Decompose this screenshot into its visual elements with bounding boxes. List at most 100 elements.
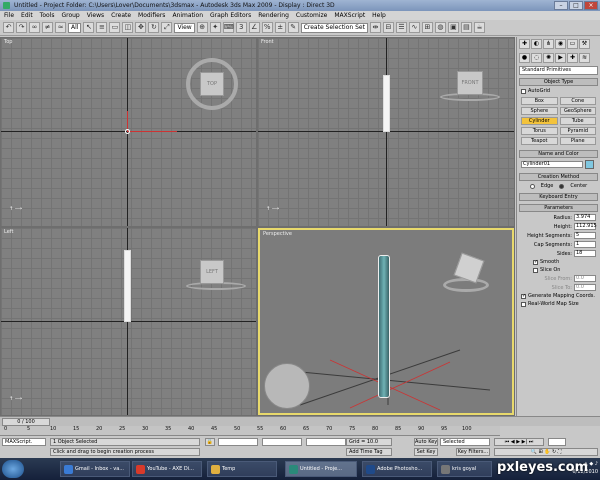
undo-icon[interactable]: ↶ bbox=[3, 22, 14, 33]
quick-render-icon[interactable]: ☕ bbox=[473, 22, 485, 33]
sphere-button[interactable]: Sphere bbox=[521, 107, 558, 115]
spinner-snap-icon[interactable]: ± bbox=[274, 22, 286, 33]
key-mode-select[interactable]: Selected bbox=[440, 438, 490, 446]
taskbar-item-photoshop[interactable]: Adobe Photosho... bbox=[362, 461, 432, 477]
select-by-name-icon[interactable]: ≡ bbox=[96, 22, 108, 33]
viewport-label-top[interactable]: Top bbox=[4, 39, 12, 45]
geosphere-button[interactable]: GeoSphere bbox=[559, 107, 596, 115]
geometry-icon[interactable]: ● bbox=[519, 53, 530, 63]
spacewarps-icon[interactable]: ≋ bbox=[579, 53, 590, 63]
percent-snap-icon[interactable]: % bbox=[261, 22, 273, 33]
taskbar-item-3dsmax[interactable]: Untitled - Proje... bbox=[285, 461, 357, 477]
menu-customize[interactable]: Customize bbox=[296, 11, 328, 20]
hierarchy-tab-icon[interactable]: ⋔ bbox=[543, 39, 554, 49]
category-select[interactable]: Standard Primitives bbox=[519, 66, 598, 75]
menu-modifiers[interactable]: Modifiers bbox=[138, 11, 165, 20]
manipulate-icon[interactable]: ✦ bbox=[209, 22, 221, 33]
menu-tools[interactable]: Tools bbox=[40, 11, 55, 20]
key-filters-button[interactable]: Key Filters... bbox=[456, 448, 490, 456]
menu-help[interactable]: Help bbox=[372, 11, 386, 20]
helpers-icon[interactable]: ✚ bbox=[567, 53, 578, 63]
object-name-field[interactable]: Cylinder01 bbox=[521, 161, 583, 168]
playback-controls[interactable]: ⏮ ◀ ▶ ▶| ⏭ bbox=[494, 438, 544, 446]
cylinder-front[interactable] bbox=[383, 75, 390, 132]
time-slider[interactable]: 0 / 100 bbox=[2, 418, 50, 426]
select-object-icon[interactable]: ↖ bbox=[83, 22, 95, 33]
y-coord-field[interactable] bbox=[262, 438, 302, 446]
utilities-tab-icon[interactable]: ⚒ bbox=[579, 39, 590, 49]
menu-group[interactable]: Group bbox=[61, 11, 79, 20]
name-color-rollout[interactable]: Name and Color bbox=[519, 150, 598, 158]
scale-icon[interactable]: ⤢ bbox=[161, 22, 173, 33]
viewport-front[interactable]: Front FRONT ↑ ⟶ bbox=[258, 38, 514, 226]
render-frame-icon[interactable]: ▤ bbox=[460, 22, 472, 33]
smooth-checkbox[interactable]: ✓ bbox=[533, 259, 538, 265]
viewport-perspective[interactable]: Perspective bbox=[258, 228, 514, 415]
height-field[interactable]: 112.915 bbox=[574, 223, 597, 230]
pivot-icon[interactable]: ⊕ bbox=[196, 22, 208, 33]
tube-button[interactable]: Tube bbox=[559, 117, 596, 125]
add-time-tag[interactable]: Add Time Tag bbox=[346, 448, 392, 456]
ref-coord-select[interactable]: View bbox=[174, 22, 195, 33]
move-icon[interactable]: ✥ bbox=[135, 22, 147, 33]
radius-field[interactable]: 3.974 bbox=[574, 214, 596, 221]
selection-filter-select[interactable]: All bbox=[68, 22, 82, 33]
taskbar-item-temp[interactable]: Temp bbox=[207, 461, 277, 477]
teapot-button[interactable]: Teapot bbox=[521, 137, 558, 145]
create-tab-icon[interactable]: ✚ bbox=[519, 39, 530, 49]
shapes-icon[interactable]: ◌ bbox=[531, 53, 542, 63]
pyramid-button[interactable]: Pyramid bbox=[559, 127, 596, 135]
keyboard-entry-rollout[interactable]: Keyboard Entry bbox=[519, 193, 598, 201]
viewport-top[interactable]: Top TOP ↑ ⟶ bbox=[1, 38, 256, 226]
rotate-icon[interactable]: ↻ bbox=[148, 22, 160, 33]
slice-on-checkbox[interactable] bbox=[533, 267, 538, 273]
time-slider-bar[interactable]: 0 / 100 bbox=[0, 416, 600, 426]
viewport-left[interactable]: Left LEFT ↑ ⟶ bbox=[1, 228, 256, 415]
keyboard-shortcut-icon[interactable]: ⌨ bbox=[222, 22, 234, 33]
steering-wheel-icon[interactable] bbox=[264, 363, 310, 409]
taskbar-item-user[interactable]: kris goyal bbox=[437, 461, 492, 477]
menu-views[interactable]: Views bbox=[87, 11, 104, 20]
cameras-icon[interactable]: ▶ bbox=[555, 53, 566, 63]
viewport-nav-controls[interactable]: 🔍 ⊞ ✋ ↻ ⛶ bbox=[494, 448, 598, 456]
menu-animation[interactable]: Animation bbox=[172, 11, 203, 20]
maxscript-listener[interactable]: MAXScript. bbox=[2, 438, 46, 446]
slice-to-field[interactable]: 0.0 bbox=[574, 284, 596, 291]
cap-segments-field[interactable]: 1 bbox=[574, 241, 596, 248]
motion-tab-icon[interactable]: ◉ bbox=[555, 39, 566, 49]
object-color-swatch[interactable] bbox=[585, 160, 594, 169]
parameters-rollout[interactable]: Parameters bbox=[519, 204, 598, 212]
minimize-button[interactable]: – bbox=[554, 1, 568, 10]
display-tab-icon[interactable]: ▭ bbox=[567, 39, 578, 49]
close-button[interactable]: × bbox=[584, 1, 598, 10]
edge-radio[interactable] bbox=[529, 183, 535, 189]
angle-snap-icon[interactable]: ∠ bbox=[248, 22, 260, 33]
modify-tab-icon[interactable]: ◐ bbox=[531, 39, 542, 49]
menu-graph-editors[interactable]: Graph Editors bbox=[210, 11, 251, 20]
viewcube-left[interactable]: LEFT bbox=[200, 260, 224, 284]
viewcube-front[interactable]: FRONT bbox=[457, 71, 483, 95]
menu-rendering[interactable]: Rendering bbox=[258, 11, 289, 20]
align-icon[interactable]: ⊟ bbox=[382, 22, 394, 33]
viewport-label-left[interactable]: Left bbox=[4, 229, 13, 235]
taskbar-item-gmail[interactable]: Gmail - Inbox - va... bbox=[60, 461, 130, 477]
snap-icon[interactable]: 3 bbox=[235, 22, 247, 33]
menu-edit[interactable]: Edit bbox=[21, 11, 33, 20]
box-button[interactable]: Box bbox=[521, 97, 558, 105]
maximize-button[interactable]: □ bbox=[569, 1, 583, 10]
cylinder-button[interactable]: Cylinder bbox=[521, 117, 558, 125]
creation-method-rollout[interactable]: Creation Method bbox=[519, 173, 598, 181]
x-coord-field[interactable] bbox=[218, 438, 258, 446]
height-segments-field[interactable]: 5 bbox=[574, 232, 596, 239]
realworld-checkbox[interactable] bbox=[521, 301, 526, 307]
current-frame-field[interactable] bbox=[548, 438, 566, 446]
menu-create[interactable]: Create bbox=[111, 11, 131, 20]
auto-key-button[interactable]: Auto Key bbox=[414, 438, 438, 446]
cylinder-left[interactable] bbox=[124, 250, 131, 322]
material-editor-icon[interactable]: ◍ bbox=[434, 22, 446, 33]
viewcube-top[interactable]: TOP bbox=[200, 72, 224, 96]
named-selection-set[interactable]: Create Selection Set bbox=[300, 22, 368, 33]
object-type-rollout[interactable]: Object Type bbox=[519, 78, 598, 86]
bind-spacewarp-icon[interactable]: ≈ bbox=[55, 22, 66, 33]
z-coord-field[interactable] bbox=[306, 438, 346, 446]
